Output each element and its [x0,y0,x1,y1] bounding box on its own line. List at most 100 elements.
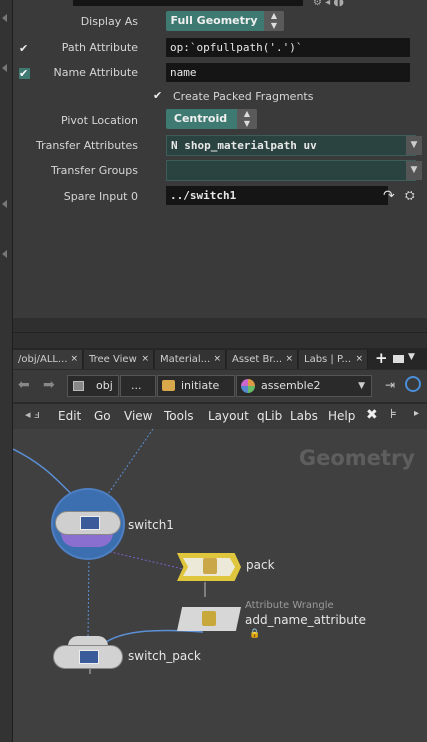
network-editor[interactable]: Geometry switch1 pack Attribute Wrangle … [13,429,427,742]
chevron-down-icon[interactable]: ▼ [358,376,365,396]
pane-layout-icon[interactable] [393,355,404,363]
tree-layout-icon[interactable]: ⊧ [390,407,397,422]
collapse-arrow-icon[interactable] [2,14,7,22]
menu-labs[interactable]: Labs [290,409,318,423]
tab-network[interactable]: /obj/ALL... × [13,350,83,369]
tab-label: Tree View [89,354,137,365]
pack-node-icon [203,558,217,574]
pivot-location-value: Centroid [173,112,228,125]
jump-to-icon[interactable]: ↷ [383,188,395,204]
menu-arrows-icon: ▲ ▼ [237,109,257,129]
name-attribute-field[interactable]: name [166,63,410,82]
collapse-arrow-icon[interactable] [2,64,7,72]
left-dock-strip [0,0,13,742]
tab-material[interactable]: Material... × [155,350,226,369]
transfer-attributes-label: Transfer Attributes [35,139,138,152]
path-attribute-label: Path Attribute [61,41,138,54]
wrangle-node-icon [202,611,216,626]
top-field-partial[interactable] [73,0,303,6]
menu-tools[interactable]: Tools [164,409,194,423]
transfer-groups-dropdown[interactable]: ▼ [406,161,422,180]
node-chooser-icon[interactable]: ⛭ [405,188,415,203]
menu-layout[interactable]: Layout [208,409,249,423]
menubar-scroll-left-icon[interactable]: ◂ ⅎ [25,408,40,421]
tab-asset-browser[interactable]: Asset Br... × [227,350,298,369]
lock-icon: 🔒 [249,629,261,639]
display-as-label: Display As [80,15,138,28]
switch-node-icon [79,650,99,664]
spare-input-label: Spare Input 0 [63,190,138,203]
pack-label: pack [246,558,275,572]
breadcrumb-assemble2[interactable]: assemble2 ▼ [236,375,372,397]
tab-label: /obj/ALL... [18,354,68,365]
path-bar: ⬅ ➡ obj ... initiate assemble2 ▼ ⇥ [13,370,427,402]
geo-object-icon [162,380,175,391]
switch-node-icon [80,516,100,530]
menu-help[interactable]: Help [328,409,355,423]
wrangle-label: add_name_attribute [245,613,366,627]
breadcrumb-initiate[interactable]: initiate [157,375,235,397]
menu-arrows-icon: ▲ ▼ [264,11,284,31]
parameter-pane: ⚙ ◂ ◖◗ Display As Full Geometry ▲ ▼ ✔ Pat… [13,0,427,318]
display-as-value: Full Geometry [170,14,258,27]
transfer-attributes-dropdown[interactable]: ▼ [406,136,422,155]
pane-tab-bar: /obj/ALL... × Tree View × Material... × … [13,348,427,369]
close-icon[interactable]: × [355,350,363,369]
obj-network-icon [73,381,84,391]
transfer-groups-field[interactable] [166,160,416,181]
transfer-groups-label: Transfer Groups [51,164,138,177]
crumb-label: assemble2 [261,379,321,392]
pane-menu-icon[interactable]: ▼ [408,352,415,362]
tab-label: Labs | P... [304,354,351,365]
display-as-menu[interactable]: Full Geometry ▲ ▼ [166,11,284,31]
transfer-attributes-field[interactable]: N shop_materialpath uv [166,135,416,156]
add-tab-icon[interactable]: + [375,349,388,367]
path-attribute-checkbox[interactable]: ✔ [19,43,30,54]
back-arrow-icon[interactable]: ⬅ [18,377,30,393]
menu-edit[interactable]: Edit [58,409,81,423]
network-wires [13,429,206,674]
switch1-display-flag [61,533,113,547]
close-icon[interactable]: × [70,350,78,369]
spare-input-field[interactable]: ../switch1 [166,186,388,205]
forward-arrow-icon[interactable]: ➡ [43,377,55,393]
pane-splitter[interactable] [13,318,427,348]
attribute-wrangle-node[interactable] [177,607,241,631]
create-packed-label: Create Packed Fragments [173,90,314,103]
crumb-label: initiate [181,379,220,392]
menu-go[interactable]: Go [94,409,111,423]
breadcrumb-obj[interactable]: obj [67,375,119,397]
close-icon[interactable]: × [141,350,149,369]
tab-tree-view[interactable]: Tree View × [84,350,154,369]
switch-pack-node[interactable] [53,645,123,669]
pin-icon[interactable]: ⇥ [385,378,395,392]
link-status-icon[interactable] [405,376,421,392]
tab-label: Material... [160,354,211,365]
wrangle-type-label: Attribute Wrangle [245,600,334,611]
breadcrumb-ellipsis[interactable]: ... [120,375,156,397]
splitter-line [13,332,427,333]
name-attribute-label: Name Attribute [53,66,138,79]
collapse-arrow-icon[interactable] [2,250,7,258]
tab-labs[interactable]: Labs | P... × [299,350,368,369]
create-packed-checkbox[interactable]: ✔ [153,89,162,102]
pivot-location-menu[interactable]: Centroid ▲ ▼ [166,109,257,129]
path-attribute-field[interactable]: op:`opfullpath('.')` [166,38,410,57]
tools-wrench-icon[interactable]: ✖ [366,407,378,423]
crumb-label: ... [131,379,142,392]
assemble-node-icon [241,379,255,393]
close-icon[interactable]: × [285,350,293,369]
pivot-location-label: Pivot Location [60,114,138,127]
network-menu-bar: ◂ ⅎ Edit Go View Tools Layout qLib Labs … [13,403,427,429]
top-right-icons[interactable]: ⚙ ◂ ◖◗ [313,0,344,8]
menubar-scroll-right-icon[interactable]: ▸ [414,408,419,419]
tab-label: Asset Br... [232,354,283,365]
switch1-label: switch1 [128,518,174,532]
collapse-arrow-icon[interactable] [2,200,7,208]
menu-qlib[interactable]: qLib [257,409,282,423]
menu-view[interactable]: View [124,409,152,423]
switch-pack-label: switch_pack [128,649,201,663]
switch1-node[interactable] [55,511,121,535]
close-icon[interactable]: × [213,350,221,369]
name-attribute-checkbox[interactable]: ✔ [19,68,30,79]
